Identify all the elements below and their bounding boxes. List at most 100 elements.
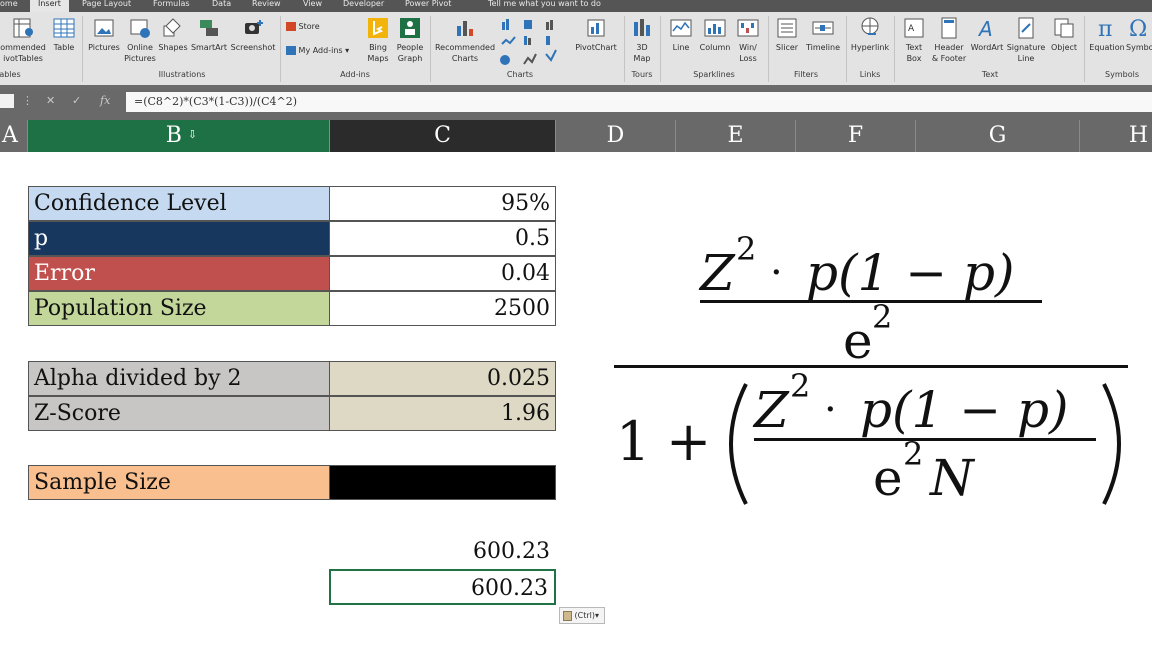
my-addins-label: My Add-ins [298, 46, 343, 55]
store-button[interactable]: Store [286, 22, 320, 31]
column-header-f[interactable]: F [796, 120, 916, 152]
timeline-button[interactable]: Timeline [804, 16, 842, 53]
column-header-h[interactable]: H [1080, 120, 1152, 152]
tell-me-search[interactable]: Tell me what you want to do [488, 0, 601, 12]
tab-view[interactable]: View [303, 0, 322, 12]
header-footer-icon [941, 17, 957, 39]
tab-power-pivot[interactable]: Power Pivot [405, 0, 451, 12]
smartart-button[interactable]: SmartArt [190, 16, 228, 53]
group-separator [1084, 16, 1085, 82]
formula-numerator-z-exp: 2 [736, 230, 756, 268]
sparkline-column-label: Column [699, 43, 731, 52]
formula-main-fraction-bar [614, 365, 1128, 368]
formula-right-paren [1102, 383, 1121, 505]
pivotchart-button[interactable]: PivotChart [572, 16, 620, 53]
object-button[interactable]: Object [1048, 16, 1080, 53]
result-value-plain[interactable]: 600.23 [329, 534, 556, 570]
tab-page-layout[interactable]: Page Layout [82, 0, 131, 12]
recommended-pivottables-button[interactable]: ommended ivotTables [0, 16, 46, 64]
my-addins-button[interactable]: My Add-ins ▾ [286, 46, 349, 55]
group-separator [280, 16, 281, 82]
column-header-e[interactable]: E [676, 120, 796, 152]
header-footer-button[interactable]: Header & Footer [930, 16, 968, 64]
pictures-button[interactable]: Pictures [88, 16, 120, 53]
people-graph-button[interactable]: People Graph [394, 16, 426, 64]
confidence-level-value[interactable]: 95% [329, 186, 556, 221]
bing-maps-button[interactable]: Bing Maps [364, 16, 392, 64]
3d-map-button[interactable]: 3D Map [628, 16, 656, 64]
column-header-g[interactable]: G [916, 120, 1080, 152]
error-label[interactable]: Error [28, 256, 330, 291]
group-label-tours: Tours [631, 70, 653, 79]
group-separator [660, 16, 661, 82]
slicer-button[interactable]: Slicer [772, 16, 802, 53]
tab-review[interactable]: Review [252, 0, 281, 12]
z-score-label[interactable]: Z-Score [28, 396, 330, 431]
group-separator [624, 16, 625, 82]
text-box-button[interactable]: A Text Box [900, 16, 928, 64]
p-value[interactable]: 0.5 [329, 221, 556, 256]
tab-formulas[interactable]: Formulas [153, 0, 190, 12]
sparkline-column-button[interactable]: Column [698, 16, 732, 53]
sparkline-winloss-button[interactable]: Win/ Loss [734, 16, 762, 64]
table-button[interactable]: Table [50, 16, 78, 53]
screenshot-label: Screenshot [230, 43, 276, 52]
hyperlink-button[interactable]: Hyperlink [850, 16, 890, 53]
more-options-icon[interactable]: ⋮ [22, 94, 33, 107]
clipboard-icon [563, 610, 572, 621]
timeline-icon [812, 21, 834, 35]
cancel-icon[interactable]: ✕ [46, 94, 55, 107]
enter-icon[interactable]: ✓ [72, 94, 81, 107]
pivotchart-label: PivotChart [575, 43, 617, 52]
name-box[interactable] [0, 94, 14, 108]
hyperlink-icon [861, 17, 879, 35]
z-score-value[interactable]: 1.96 [329, 396, 556, 431]
column-header-d[interactable]: D [556, 120, 676, 152]
population-size-label[interactable]: Population Size [28, 291, 330, 326]
chart-type-gallery-icon[interactable] [500, 18, 570, 70]
paste-options-label: (Ctrl) [574, 611, 596, 620]
paste-options-button[interactable]: (Ctrl)▾ [559, 607, 605, 624]
recommended-charts-icon [457, 21, 473, 36]
tab-developer[interactable]: Developer [343, 0, 384, 12]
signature-line-label-2: Line [1017, 54, 1035, 63]
error-value[interactable]: 0.04 [329, 256, 556, 291]
formula-denominator-p-expr: p(1 − p) [860, 381, 1069, 439]
formula-denominator-fraction-bar [754, 438, 1096, 441]
column-header-c[interactable]: C [330, 120, 556, 152]
insert-function-icon[interactable]: fx [100, 94, 110, 107]
column-header-a[interactable]: A [0, 120, 28, 152]
slicer-label: Slicer [775, 43, 799, 52]
tab-data[interactable]: Data [212, 0, 231, 12]
text-box-label-2: Box [906, 54, 922, 63]
signature-line-button[interactable]: Signature Line [1006, 16, 1046, 64]
group-separator [768, 16, 769, 82]
p-label[interactable]: p [28, 221, 330, 256]
online-pictures-button[interactable]: Online Pictures [124, 16, 156, 64]
screenshot-button[interactable]: Screenshot [230, 16, 276, 53]
formula-input[interactable]: =(C8^2)*(C3*(1-C3))/(C4^2) [126, 92, 1152, 112]
equation-button[interactable]: π Equation [1088, 16, 1126, 53]
header-footer-label-2: & Footer [931, 54, 967, 63]
3d-map-label-1: 3D [636, 43, 648, 52]
sparkline-line-button[interactable]: Line [666, 16, 696, 53]
sample-size-label[interactable]: Sample Size [28, 465, 330, 500]
alpha-divided-value[interactable]: 0.025 [329, 361, 556, 396]
formula-left-paren [729, 383, 748, 505]
recommended-charts-button[interactable]: Recommended Charts [434, 16, 496, 64]
wordart-label: WordArt [970, 43, 1004, 52]
shapes-button[interactable]: Shapes [158, 16, 188, 53]
table-label: Table [53, 43, 75, 52]
selected-cell[interactable]: 600.23 [329, 569, 556, 605]
symbol-button[interactable]: Ω Symbo [1126, 16, 1152, 53]
sparkline-line-icon [670, 19, 692, 37]
wordart-button[interactable]: A WordArt [970, 16, 1004, 53]
population-size-value[interactable]: 2500 [329, 291, 556, 326]
column-header-b[interactable]: B ⇩ [28, 120, 330, 152]
alpha-divided-label[interactable]: Alpha divided by 2 [28, 361, 330, 396]
confidence-level-label[interactable]: Confidence Level [28, 186, 330, 221]
formula-bar: ⋮ ✕ ✓ fx =(C8^2)*(C3*(1-C3))/(C4^2) [0, 90, 1152, 120]
tab-home[interactable]: ome [0, 0, 18, 12]
sample-size-value[interactable] [329, 465, 556, 500]
tab-insert[interactable]: Insert [30, 0, 69, 12]
